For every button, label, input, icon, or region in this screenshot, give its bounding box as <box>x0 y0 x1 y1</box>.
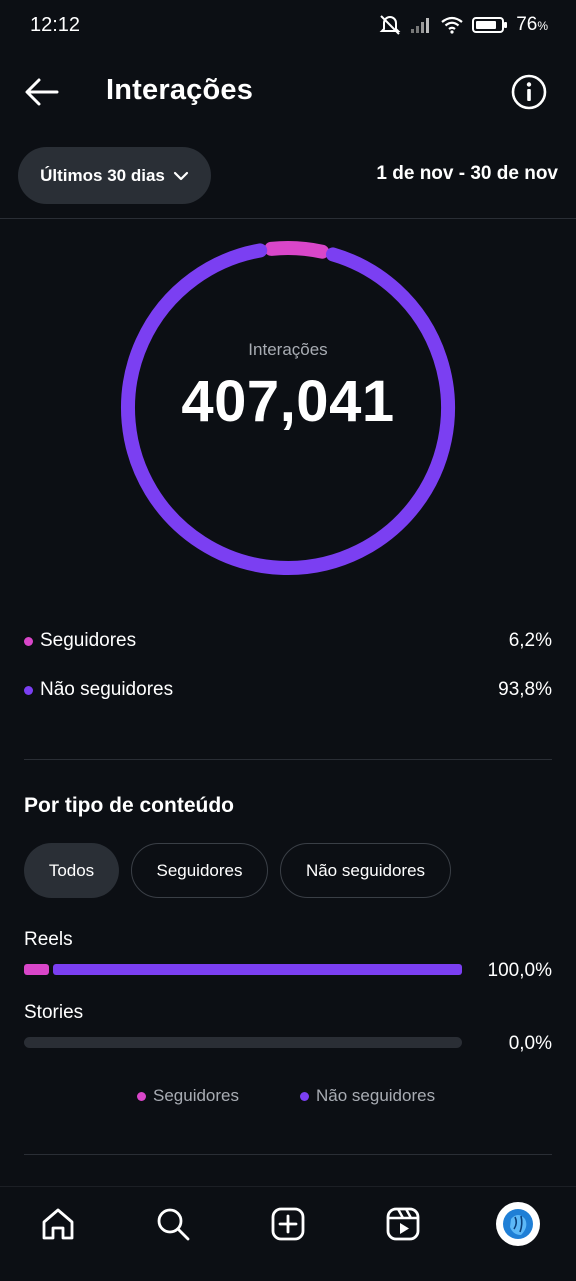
bar-legend-non-followers: Não seguidores <box>300 1086 435 1106</box>
non-followers-dot <box>24 685 33 695</box>
reels-icon <box>386 1207 420 1241</box>
legend-value: 93,8% <box>498 679 552 700</box>
page-title: Interações <box>106 74 254 106</box>
profile-avatar <box>496 1202 540 1246</box>
bar-segment-non-followers <box>53 964 462 975</box>
info-icon <box>511 74 547 110</box>
followers-dot <box>137 1091 146 1101</box>
arrow-left-icon <box>25 78 59 106</box>
bar-label-stories: Stories <box>24 1002 84 1023</box>
create-icon <box>271 1207 305 1241</box>
wifi-icon <box>441 16 463 34</box>
tab-label: Todos <box>48 860 95 880</box>
battery-icon <box>472 17 508 33</box>
donut-slice-followers <box>264 241 330 259</box>
nav-reels[interactable] <box>379 1200 427 1248</box>
search-icon <box>157 1208 190 1241</box>
battery-percent: 76% <box>516 14 548 35</box>
legend-label: Seguidores <box>40 630 137 651</box>
non-followers-dot <box>300 1091 309 1101</box>
nav-search[interactable] <box>149 1200 197 1248</box>
bar-value-stories: 0,0% <box>508 1033 552 1054</box>
divider <box>24 1154 552 1155</box>
bar-track-reels <box>24 964 462 975</box>
divider <box>24 759 552 760</box>
avatar-image-icon <box>503 1209 533 1239</box>
status-time: 12:12 <box>30 14 81 36</box>
signal-icon <box>411 18 430 33</box>
bar-track-stories <box>24 1037 462 1048</box>
nav-profile[interactable] <box>494 1200 542 1248</box>
section-title: Por tipo de conteúdo <box>24 794 234 817</box>
date-range-text: 1 de nov - 30 de nov <box>376 163 558 184</box>
legend-label: Seguidores <box>153 1086 240 1105</box>
nav-create[interactable] <box>264 1200 312 1248</box>
mute-icon <box>379 15 401 35</box>
bar-segment-followers <box>24 964 49 975</box>
date-range-dropdown[interactable]: Últimos 30 dias <box>18 147 211 204</box>
back-button[interactable] <box>22 74 62 110</box>
followers-dot <box>24 636 33 646</box>
tab-non-followers[interactable]: Não seguidores <box>280 843 451 898</box>
date-range-dropdown-label: Últimos 30 dias <box>40 165 165 185</box>
legend-label: Não seguidores <box>40 679 174 700</box>
home-icon <box>42 1208 74 1240</box>
bar-label-reels: Reels <box>24 929 73 950</box>
legend-row-non-followers: Não seguidores 93,8% <box>24 679 552 701</box>
chevron-down-icon <box>173 171 188 180</box>
tab-label: Seguidores <box>156 860 243 880</box>
divider <box>0 218 576 219</box>
bar-legend-followers: Seguidores <box>137 1086 239 1106</box>
legend-value: 6,2% <box>508 630 552 651</box>
donut-label: Interações <box>248 340 328 359</box>
interactions-total: 407,041 <box>181 369 395 434</box>
status-icons: 76% <box>378 14 548 36</box>
nav-home[interactable] <box>34 1200 82 1248</box>
info-button[interactable] <box>510 73 548 111</box>
tab-all[interactable]: Todos <box>24 843 119 898</box>
legend-row-followers: Seguidores 6,2% <box>24 630 552 652</box>
legend-label: Não seguidores <box>316 1086 436 1105</box>
tab-label: Não seguidores <box>305 860 426 880</box>
bar-value-reels: 100,0% <box>487 960 552 981</box>
tab-followers[interactable]: Seguidores <box>131 843 268 898</box>
